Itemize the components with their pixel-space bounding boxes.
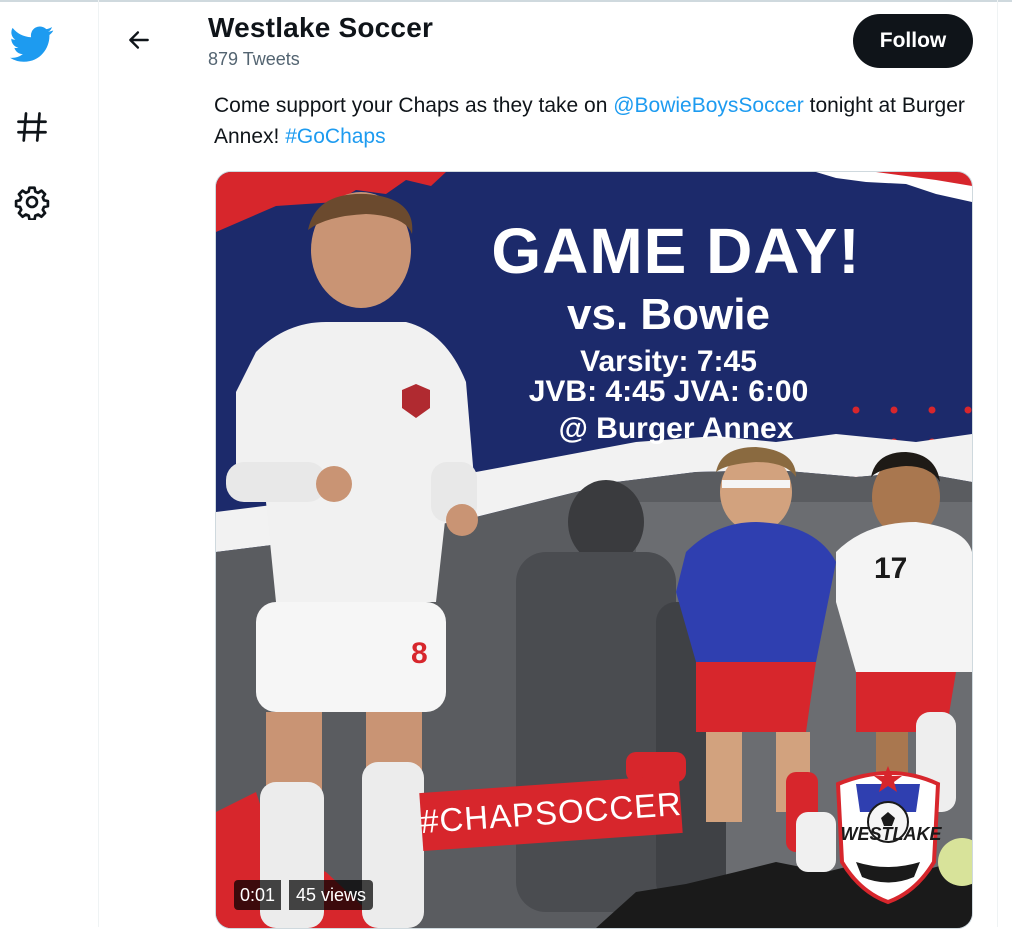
varsity-time: Varsity: 7:45 bbox=[580, 345, 757, 378]
poster-headline: GAME DAY! bbox=[491, 215, 861, 287]
gear-icon[interactable] bbox=[8, 178, 56, 226]
arrow-left-icon bbox=[129, 31, 149, 49]
left-nav bbox=[0, 0, 99, 927]
profile-name[interactable]: Westlake Soccer bbox=[208, 12, 433, 44]
poster-opponent: vs. Bowie bbox=[567, 290, 770, 339]
westlake-crest: WESTLAKE bbox=[840, 824, 942, 844]
jv-times: JVB: 4:45 JVA: 6:00 bbox=[528, 375, 809, 408]
back-button[interactable] bbox=[119, 20, 159, 60]
tweet-text-before: Come support your Chaps as they take on bbox=[214, 94, 614, 117]
main-column: Westlake Soccer 879 Tweets Follow Come s… bbox=[99, 0, 998, 929]
hashtag-link[interactable]: #GoChaps bbox=[285, 125, 385, 148]
tweet-count: 879 Tweets bbox=[208, 49, 300, 69]
video-duration: 0:01 bbox=[234, 880, 282, 910]
poster-times: Varsity: 7:45 JVB: 4:45 JVA: 6:00 bbox=[416, 347, 921, 407]
player-number-1: 8 bbox=[411, 637, 428, 670]
poster-venue: @ Burger Annex bbox=[558, 412, 794, 445]
video-player[interactable]: GAME DAY! vs. Bowie Varsity: 7:45 JVB: 4… bbox=[215, 171, 973, 929]
mention-link[interactable]: @BowieBoysSoccer bbox=[613, 94, 804, 117]
follow-button[interactable]: Follow bbox=[853, 14, 973, 68]
tweet-text: Come support your Chaps as they take on … bbox=[214, 90, 974, 152]
player-number-2: 17 bbox=[874, 552, 908, 585]
view-count: 45 views bbox=[289, 880, 374, 910]
hashtag-icon[interactable] bbox=[8, 103, 56, 151]
twitter-bird-icon[interactable] bbox=[8, 20, 56, 68]
